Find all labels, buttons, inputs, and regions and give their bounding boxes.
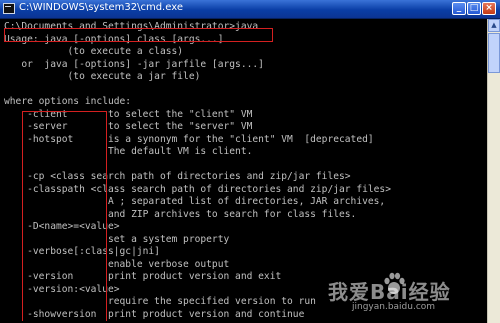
highlight-java-command [4, 28, 273, 42]
scrollbar-thumb[interactable] [488, 33, 500, 73]
close-button[interactable]: × [482, 2, 496, 15]
title-bar[interactable]: C:\WINDOWS\system32\cmd.exe _ □ × [0, 0, 500, 19]
console-line: (to execute a class) [4, 46, 184, 57]
console-icon [3, 3, 15, 14]
window-title: C:\WINDOWS\system32\cmd.exe [19, 2, 183, 13]
console-line: or java [-options] -jar jarfile [args...… [4, 58, 264, 70]
console-line: where options include: [4, 96, 132, 107]
watermark-url: jingyan.baidu.com [352, 302, 436, 312]
cmd-window: C:\WINDOWS\system32\cmd.exe _ □ × C:\Doc… [0, 0, 500, 323]
scroll-up-icon[interactable]: ▲ [488, 19, 500, 32]
console-line: (to execute a jar file) [4, 71, 201, 82]
maximize-button[interactable]: □ [467, 2, 481, 15]
vertical-scrollbar[interactable]: ▲ [487, 19, 500, 323]
minimize-button[interactable]: _ [452, 2, 466, 15]
baidu-paw-icon [384, 272, 405, 294]
highlight-options-column [22, 111, 107, 321]
